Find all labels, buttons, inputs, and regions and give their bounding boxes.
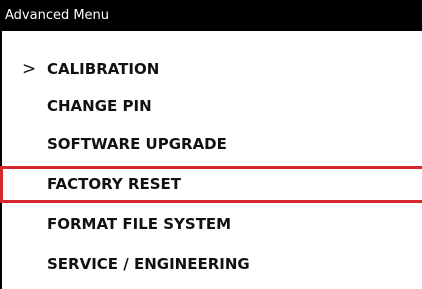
- menu-title-bar: Advanced Menu: [0, 0, 422, 31]
- menu-item-service-engineering[interactable]: SERVICE / ENGINEERING: [0, 246, 422, 283]
- menu-item-calibration[interactable]: > CALIBRATION: [0, 51, 422, 88]
- menu-item-label: CHANGE PIN: [47, 97, 152, 115]
- menu-item-label: FACTORY RESET: [47, 175, 182, 193]
- menu-item-label: SOFTWARE UPGRADE: [47, 135, 227, 153]
- menu-item-label: SERVICE / ENGINEERING: [47, 255, 250, 273]
- menu-item-factory-reset[interactable]: FACTORY RESET: [0, 166, 422, 203]
- menu-item-software-upgrade[interactable]: SOFTWARE UPGRADE: [0, 126, 422, 163]
- menu-title: Advanced Menu: [5, 8, 110, 23]
- menu-item-change-pin[interactable]: CHANGE PIN: [0, 88, 422, 125]
- menu-item-format-file-system[interactable]: FORMAT FILE SYSTEM: [0, 206, 422, 243]
- menu-item-label: CALIBRATION: [47, 60, 160, 78]
- menu-item-label: FORMAT FILE SYSTEM: [47, 215, 232, 233]
- chevron-right-icon: >: [22, 59, 37, 79]
